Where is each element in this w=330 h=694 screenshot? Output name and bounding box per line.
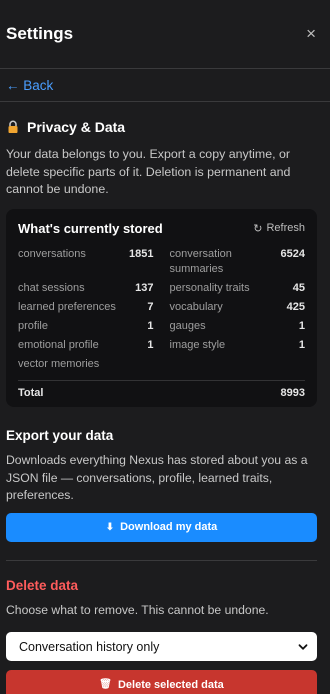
stat-value: 1 — [298, 320, 305, 332]
privacy-intro: Your data belongs to you. Export a copy … — [6, 147, 291, 196]
close-icon[interactable]: × — [306, 24, 316, 44]
stat-row: vector memories — [18, 357, 154, 373]
stats-column-right: conversation summaries 6524 personality … — [170, 247, 306, 377]
stat-label: vocabulary — [169, 301, 223, 313]
section-divider — [6, 559, 317, 561]
stats-column-left: conversations 1851 chat sessions 137 lea… — [18, 247, 154, 377]
delete-description: Choose what to remove. This cannot be un… — [6, 602, 269, 617]
section-title: Privacy & Data — [27, 119, 126, 135]
stat-value: 425 — [286, 301, 305, 313]
chevron-down-icon — [297, 641, 309, 653]
stat-value: 45 — [292, 282, 305, 294]
download-button-label: Download my data — [120, 521, 218, 533]
settings-panel: Settings × ← Back Privacy & Data Your da… — [0, 0, 330, 694]
delete-button[interactable]: 🗑 Delete selected data — [6, 670, 317, 694]
stat-value: 1 — [147, 339, 154, 351]
stat-row: gauges 1 — [170, 319, 306, 335]
refresh-icon: ↻ — [253, 222, 263, 235]
stat-label: gauges — [169, 320, 206, 332]
stat-label: profile — [18, 320, 48, 332]
export-title: Export your data — [6, 428, 114, 443]
stat-row: chat sessions 137 — [18, 281, 154, 297]
stat-value: 137 — [135, 282, 154, 294]
stat-label: emotional profile — [18, 339, 99, 351]
stat-label: learned preferences — [18, 301, 116, 313]
back-link[interactable]: ← Back — [6, 78, 53, 93]
stat-row: learned preferences 7 — [18, 300, 154, 316]
page-title: Settings — [6, 24, 74, 43]
stat-value: 7 — [147, 301, 154, 313]
total-divider — [18, 380, 305, 381]
delete-button-label: Delete selected data — [117, 678, 224, 691]
stat-row: vocabulary 425 — [170, 300, 306, 316]
card-title: What's currently stored — [18, 220, 163, 236]
stat-row: conversation summaries 6524 — [170, 247, 306, 278]
stats-grid: conversations 1851 chat sessions 137 lea… — [18, 247, 305, 377]
stat-label: conversation summaries — [169, 247, 232, 276]
stat-label: image style — [169, 339, 226, 351]
stat-label: conversations — [18, 247, 86, 260]
total-label: Total — [18, 387, 44, 399]
refresh-label: Refresh — [266, 222, 305, 234]
stat-label: personality traits — [169, 282, 250, 294]
lock-icon — [6, 120, 20, 134]
stat-value: 1 — [298, 339, 305, 351]
stat-row: profile 1 — [18, 319, 154, 335]
header: Settings × — [0, 0, 330, 68]
stat-row: emotional profile 1 — [18, 338, 154, 354]
download-icon: ⬇ — [105, 521, 115, 533]
stat-label: chat sessions — [18, 282, 85, 294]
stat-value: 6524 — [280, 247, 305, 260]
stat-label: vector memories — [18, 358, 100, 370]
download-button[interactable]: ⬇ Download my data — [6, 512, 317, 542]
stat-row: personality traits 45 — [170, 281, 306, 297]
trash-icon: 🗑 — [99, 679, 112, 690]
total-row: Total 8993 — [18, 387, 305, 399]
delete-title: Delete data — [6, 577, 79, 593]
export-description: Downloads everything Nexus has stored ab… — [6, 453, 308, 502]
stat-value: 1851 — [129, 247, 154, 260]
refresh-button[interactable]: ↻ Refresh — [253, 222, 305, 235]
stat-row: conversations 1851 — [18, 247, 154, 263]
privacy-header: Privacy & Data — [6, 119, 330, 135]
delete-scope-select[interactable]: Conversation history only — [6, 632, 317, 661]
stat-row: image style 1 — [170, 338, 306, 354]
nav-divider — [0, 101, 330, 102]
select-value: Conversation history only — [19, 639, 160, 654]
stat-value: 1 — [147, 320, 154, 332]
total-value: 8993 — [280, 387, 305, 399]
stored-data-card: What's currently stored ↻ Refresh conver… — [6, 208, 317, 407]
